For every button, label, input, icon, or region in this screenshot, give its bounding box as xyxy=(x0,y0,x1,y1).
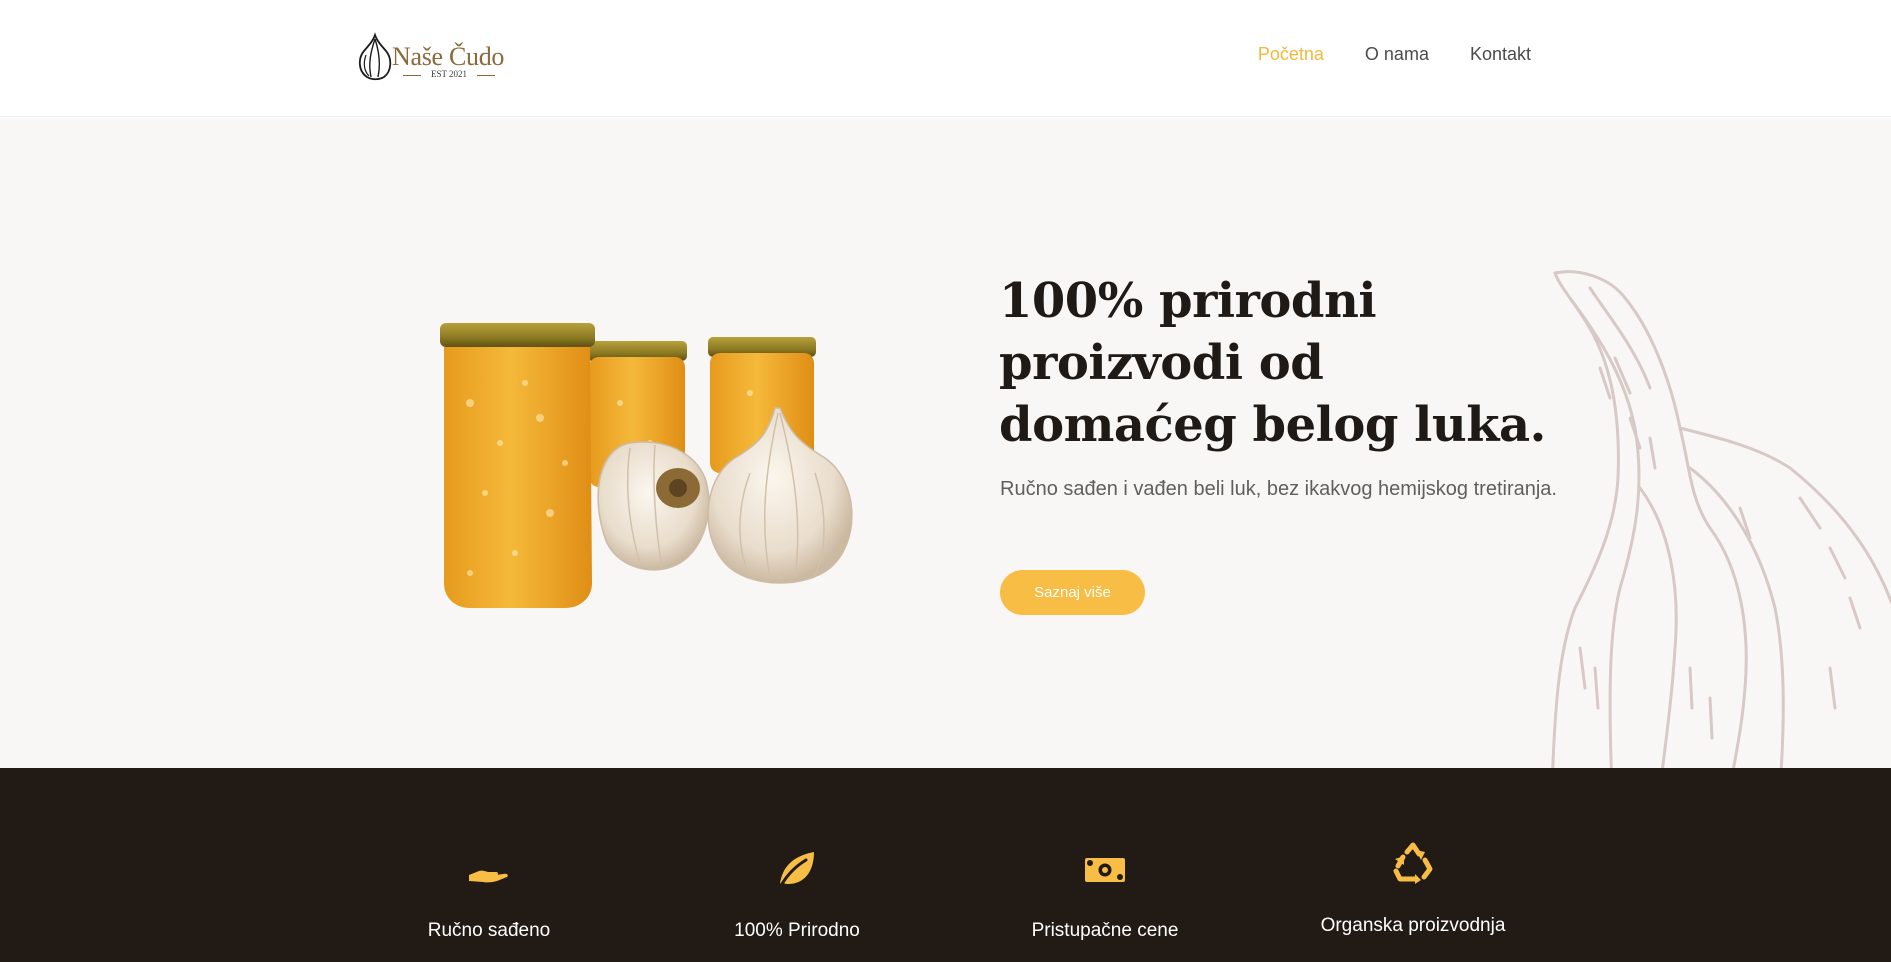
feature-label: Organska proizvodnja xyxy=(1320,915,1506,936)
jars-and-garlic-image xyxy=(440,323,853,608)
logo-rule-right xyxy=(477,75,495,76)
feature-label: Ručno sađeno xyxy=(427,920,551,941)
garlic-sketch-illustration xyxy=(1551,270,1891,768)
feature-label: 100% Prirodno xyxy=(734,920,860,941)
learn-more-button[interactable]: Saznaj više xyxy=(1000,570,1145,615)
site-header: Naše Čudo EST 2021 Početna O nama Kontak… xyxy=(0,0,1891,117)
feature-hand-planted: Ručno sađeno xyxy=(359,768,619,962)
hero-title: 100% prirodni proizvodi od domaćeg belog… xyxy=(999,273,1546,453)
nav-item-kontakt[interactable]: Kontakt xyxy=(1470,44,1531,65)
nav-item-pocetna[interactable]: Početna xyxy=(1258,44,1324,65)
features-section: Ručno sađeno 100% Prirodno Pristupačne c… xyxy=(0,768,1891,962)
logo[interactable]: Naše Čudo EST 2021 xyxy=(355,29,505,85)
leaf-icon xyxy=(780,852,814,886)
logo-subtitle-wrap: EST 2021 xyxy=(403,68,495,82)
feature-affordable: Pristupačne cene xyxy=(975,768,1235,962)
hero-description: Ručno sađen i vađen beli luk, bez ikakvo… xyxy=(1000,478,1557,500)
feature-natural: 100% Prirodno xyxy=(667,768,927,962)
nav-item-o-nama[interactable]: O nama xyxy=(1365,44,1429,65)
logo-subtitle: EST 2021 xyxy=(430,69,468,79)
money-icon xyxy=(1085,858,1125,882)
hand-icon xyxy=(469,870,508,883)
recycle-icon xyxy=(1393,842,1433,884)
feature-label: Pristupačne cene xyxy=(1031,920,1179,941)
feature-organic: Organska proizvodnja xyxy=(1283,768,1543,962)
garlic-logo-icon xyxy=(358,32,392,81)
main-nav: Početna O nama Kontakt xyxy=(1258,44,1531,65)
logo-rule-left xyxy=(403,75,421,76)
hero-section: 100% prirodni proizvodi od domaćeg belog… xyxy=(0,118,1891,768)
